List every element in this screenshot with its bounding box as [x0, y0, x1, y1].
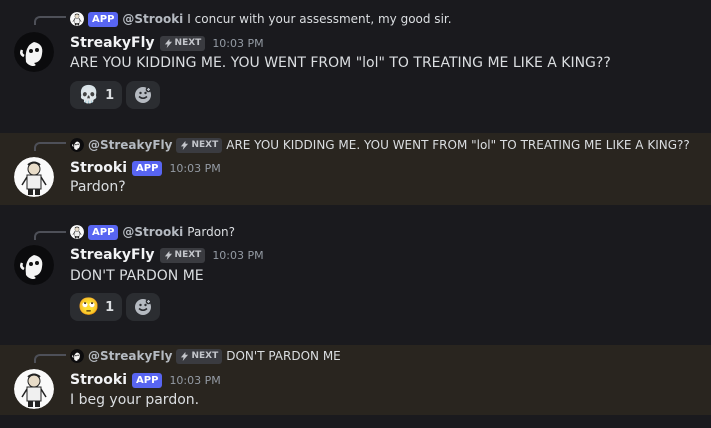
reply-preview[interactable]: @StreakyFly NEXT ARE YOU KIDDING ME. YOU…	[70, 136, 690, 154]
message-header: Strooki APP 10:03 PM	[70, 369, 221, 391]
timestamp[interactable]: 10:03 PM	[212, 37, 263, 50]
add-reaction-button[interactable]	[126, 81, 161, 109]
reply-author[interactable]: @Strooki	[122, 12, 183, 26]
app-badge: APP	[88, 224, 119, 240]
message-content: Pardon?	[70, 179, 126, 195]
bolt-icon	[164, 39, 173, 48]
bolt-icon	[180, 141, 189, 150]
skull-icon: 💀	[78, 84, 100, 105]
next-tag: NEXT	[159, 35, 206, 51]
eye-roll-face-icon: 🙄	[78, 296, 100, 317]
message-content: ARE YOU KIDDING ME. YOU WENT FROM "lol" …	[70, 55, 611, 71]
reply-avatar	[70, 12, 84, 26]
app-badge: APP	[132, 372, 163, 388]
message-header: Strooki APP 10:03 PM	[70, 157, 221, 179]
avatar[interactable]	[14, 32, 54, 72]
next-tag-label: NEXT	[174, 249, 202, 260]
author-name[interactable]: StreakyFly	[70, 247, 155, 263]
author-name[interactable]: Strooki	[70, 372, 127, 388]
avatar[interactable]	[14, 157, 54, 197]
add-reaction-button[interactable]	[126, 293, 161, 321]
message-header: StreakyFly NEXT 10:03 PM	[70, 32, 264, 54]
avatar[interactable]	[14, 369, 54, 409]
add-reaction-icon	[134, 298, 152, 316]
next-tag: NEXT	[159, 247, 206, 263]
author-name[interactable]: StreakyFly	[70, 35, 155, 51]
next-tag: NEXT	[176, 348, 223, 364]
reply-connector	[34, 354, 66, 363]
reply-avatar	[70, 349, 84, 363]
reply-author[interactable]: @Strooki	[122, 225, 183, 239]
next-tag: NEXT	[176, 137, 223, 153]
bolt-icon	[164, 251, 173, 260]
reply-text: DON'T PARDON ME	[226, 349, 341, 363]
message-header: StreakyFly NEXT 10:03 PM	[70, 244, 264, 266]
next-tag-label: NEXT	[191, 139, 219, 150]
message-content: DON'T PARDON ME	[70, 268, 204, 284]
avatar[interactable]	[14, 245, 54, 285]
reply-text: I concur with your assessment, my good s…	[187, 12, 452, 26]
reaction-skull[interactable]: 💀 1	[70, 81, 123, 109]
reply-preview[interactable]: @StreakyFly NEXT DON'T PARDON ME	[70, 347, 341, 365]
reply-avatar	[70, 138, 84, 152]
next-tag-label: NEXT	[191, 350, 219, 361]
reply-avatar	[70, 225, 84, 239]
app-badge: APP	[132, 160, 163, 176]
reactions: 💀 1	[70, 81, 161, 109]
reply-preview[interactable]: APP @Strooki I concur with your assessme…	[70, 10, 452, 28]
reaction-eye-roll[interactable]: 🙄 1	[70, 293, 123, 321]
reply-text: Pardon?	[187, 225, 236, 239]
timestamp[interactable]: 10:03 PM	[212, 249, 263, 262]
reaction-count: 1	[105, 299, 115, 315]
bolt-icon	[180, 352, 189, 361]
reactions: 🙄 1	[70, 293, 161, 321]
message-3: APP @Strooki Pardon? StreakyFly NEXT 10:…	[0, 215, 711, 330]
next-tag-label: NEXT	[174, 37, 202, 48]
message-4: @StreakyFly NEXT DON'T PARDON ME Strooki…	[0, 345, 711, 415]
reaction-count: 1	[105, 87, 115, 103]
reply-preview[interactable]: APP @Strooki Pardon?	[70, 223, 235, 241]
timestamp[interactable]: 10:03 PM	[169, 374, 220, 387]
reply-connector	[34, 142, 66, 151]
reply-author[interactable]: @StreakyFly	[88, 138, 172, 152]
reply-author[interactable]: @StreakyFly	[88, 349, 172, 363]
timestamp[interactable]: 10:03 PM	[169, 162, 220, 175]
message-1: APP @Strooki I concur with your assessme…	[0, 0, 711, 120]
app-badge: APP	[88, 11, 119, 27]
reply-text: ARE YOU KIDDING ME. YOU WENT FROM "lol" …	[226, 138, 690, 152]
message-content: I beg your pardon.	[70, 392, 200, 408]
reply-connector	[34, 16, 66, 25]
reply-connector	[34, 231, 66, 240]
add-reaction-icon	[134, 86, 152, 104]
message-2: @StreakyFly NEXT ARE YOU KIDDING ME. YOU…	[0, 133, 711, 205]
author-name[interactable]: Strooki	[70, 160, 127, 176]
